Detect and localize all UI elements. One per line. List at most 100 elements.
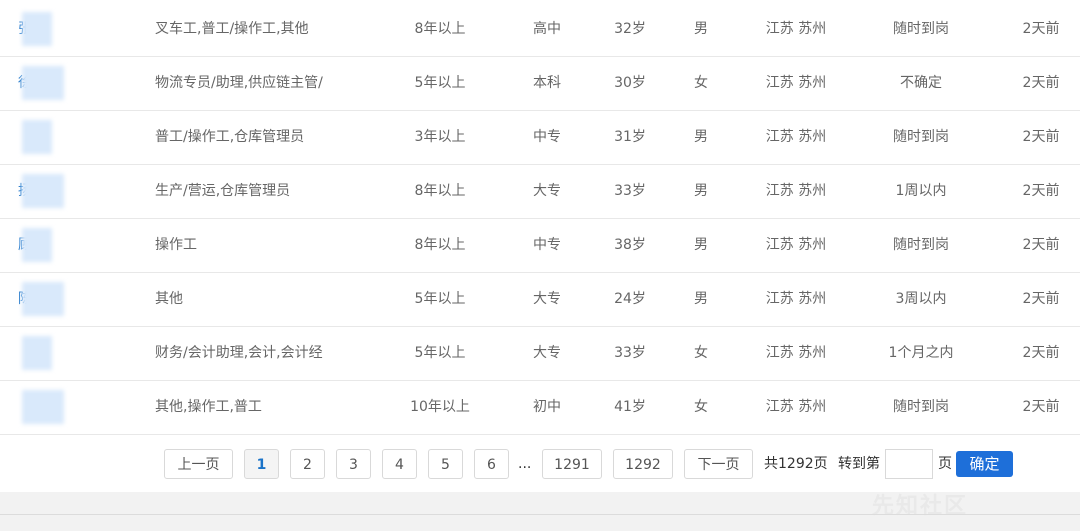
- cell-edu: 本科: [533, 75, 561, 91]
- page-button-3[interactable]: 3: [336, 449, 371, 479]
- page-button-1291[interactable]: 1291: [542, 449, 602, 479]
- prev-page-button[interactable]: 上一页: [164, 449, 233, 479]
- footer-divider: [0, 514, 1080, 515]
- cell-exp: 5年以上: [414, 345, 466, 361]
- cell-sex: 男: [694, 21, 708, 37]
- cell-loc: 江苏 苏州: [765, 345, 827, 361]
- cell-sex: 男: [694, 183, 708, 199]
- confirm-goto-button[interactable]: 确定: [956, 451, 1013, 477]
- cell-sex: 女: [694, 75, 708, 91]
- cell-exp: 8年以上: [414, 183, 466, 199]
- cell-updated: 2天前: [1022, 183, 1060, 199]
- cell-updated: 2天前: [1022, 129, 1060, 145]
- cell-edu: 大专: [533, 345, 561, 361]
- cell-edu: 大专: [533, 291, 561, 307]
- total-pages-label: 共1292页: [764, 456, 828, 472]
- page-button-1[interactable]: 1: [244, 449, 279, 479]
- privacy-blur: [22, 174, 64, 208]
- pagination-ellipsis: ...: [518, 456, 532, 472]
- cell-avail: 随时到岗: [893, 237, 949, 253]
- pagination: 上一页 1 2 3 4 5 6 ... 1291 1292 下一页 共1292页…: [0, 449, 1080, 481]
- cell-avail: 随时到岗: [893, 129, 949, 145]
- cell-updated: 2天前: [1022, 399, 1060, 415]
- cell-avail: 1个月之内: [888, 345, 954, 361]
- table-row: 普工/操作工,仓库管理员 3年以上 中专 31岁 男 江苏 苏州 随时到岗 2天前: [0, 110, 1080, 165]
- cell-jobs: 物流专员/助理,供应链主管/: [155, 75, 323, 91]
- cell-avail: 3周以内: [895, 291, 947, 307]
- cell-updated: 2天前: [1022, 291, 1060, 307]
- cell-loc: 江苏 苏州: [765, 75, 827, 91]
- cell-avail: 随时到岗: [893, 399, 949, 415]
- page-button-6[interactable]: 6: [474, 449, 509, 479]
- cell-jobs: 财务/会计助理,会计,会计经: [155, 345, 323, 361]
- cell-exp: 10年以上: [410, 399, 470, 415]
- table-row: 扬生产/营运,仓库管理员8年以上大专33岁男江苏 苏州1周以内2天前: [0, 164, 1080, 219]
- cell-edu: 中专: [533, 237, 561, 253]
- cell-updated: 2天前: [1022, 75, 1060, 91]
- cell-loc: 江苏 苏州: [765, 129, 827, 145]
- next-page-button[interactable]: 下一页: [684, 449, 753, 479]
- cell-jobs: 普工/操作工,仓库管理员: [155, 129, 305, 145]
- cell-sex: 男: [694, 291, 708, 307]
- cell-jobs: 其他,操作工,普工: [155, 399, 262, 415]
- privacy-blur: [22, 336, 52, 370]
- cell-avail: 随时到岗: [893, 21, 949, 37]
- page-button-2[interactable]: 2: [290, 449, 325, 479]
- privacy-blur: [22, 228, 52, 262]
- privacy-blur: [22, 12, 52, 46]
- cell-loc: 江苏 苏州: [765, 291, 827, 307]
- cell-jobs: 操作工: [155, 237, 197, 253]
- privacy-blur: [22, 66, 64, 100]
- cell-updated: 2天前: [1022, 345, 1060, 361]
- cell-exp: 8年以上: [414, 237, 466, 253]
- cell-age: 41岁: [614, 399, 646, 415]
- cell-exp: 3年以上: [414, 129, 466, 145]
- cell-jobs: 生产/营运,仓库管理员: [155, 183, 291, 199]
- cell-exp: 8年以上: [414, 21, 466, 37]
- cell-edu: 初中: [533, 399, 561, 415]
- goto-page-input[interactable]: [885, 449, 933, 479]
- cell-sex: 男: [694, 237, 708, 253]
- cell-sex: 女: [694, 345, 708, 361]
- cell-loc: 江苏 苏州: [765, 183, 827, 199]
- privacy-blur: [22, 390, 64, 424]
- cell-updated: 2天前: [1022, 21, 1060, 37]
- cell-age: 33岁: [614, 345, 646, 361]
- table-row: 徐物流专员/助理,供应链主管/5年以上本科30岁女江苏 苏州不确定2天前: [0, 56, 1080, 111]
- cell-avail: 不确定: [900, 75, 942, 91]
- cell-loc: 江苏 苏州: [765, 237, 827, 253]
- page-button-4[interactable]: 4: [382, 449, 417, 479]
- page-unit-label: 页: [938, 456, 952, 472]
- cell-jobs: 叉车工,普工/操作工,其他: [155, 21, 309, 37]
- table-row: 其他,操作工,普工 10年以上 初中 41岁 女 江苏 苏州 随时到岗 2天前: [0, 380, 1080, 435]
- cell-age: 30岁: [614, 75, 646, 91]
- goto-label: 转到第: [838, 456, 880, 472]
- cell-jobs: 其他: [155, 291, 183, 307]
- page-button-5[interactable]: 5: [428, 449, 463, 479]
- page-button-1292[interactable]: 1292: [613, 449, 673, 479]
- privacy-blur: [22, 120, 52, 154]
- table-row: 陈其他5年以上大专24岁男江苏 苏州3周以内2天前: [0, 272, 1080, 327]
- cell-age: 32岁: [614, 21, 646, 37]
- cell-exp: 5年以上: [414, 291, 466, 307]
- cell-edu: 高中: [533, 21, 561, 37]
- cell-age: 33岁: [614, 183, 646, 199]
- resume-list-panel: 张叉车工,普工/操作工,其他8年以上高中32岁男江苏 苏州随时到岗2天前徐物流专…: [0, 0, 1080, 492]
- cell-sex: 男: [694, 129, 708, 145]
- watermark: 先知社区: [872, 494, 969, 519]
- cell-exp: 5年以上: [414, 75, 466, 91]
- cell-loc: 江苏 苏州: [765, 399, 827, 415]
- cell-loc: 江苏 苏州: [765, 21, 827, 37]
- cell-edu: 大专: [533, 183, 561, 199]
- cell-avail: 1周以内: [895, 183, 947, 199]
- cell-age: 31岁: [614, 129, 646, 145]
- table-row: 顾铭操作工8年以上中专38岁男江苏 苏州随时到岗2天前: [0, 218, 1080, 273]
- cell-age: 38岁: [614, 237, 646, 253]
- privacy-blur: [22, 282, 64, 316]
- cell-edu: 中专: [533, 129, 561, 145]
- cell-sex: 女: [694, 399, 708, 415]
- cell-updated: 2天前: [1022, 237, 1060, 253]
- cell-age: 24岁: [614, 291, 646, 307]
- table-row: 财务/会计助理,会计,会计经 5年以上 大专 33岁 女 江苏 苏州 1个月之内 2天前: [0, 326, 1080, 381]
- table-row: 张叉车工,普工/操作工,其他8年以上高中32岁男江苏 苏州随时到岗2天前: [0, 2, 1080, 57]
